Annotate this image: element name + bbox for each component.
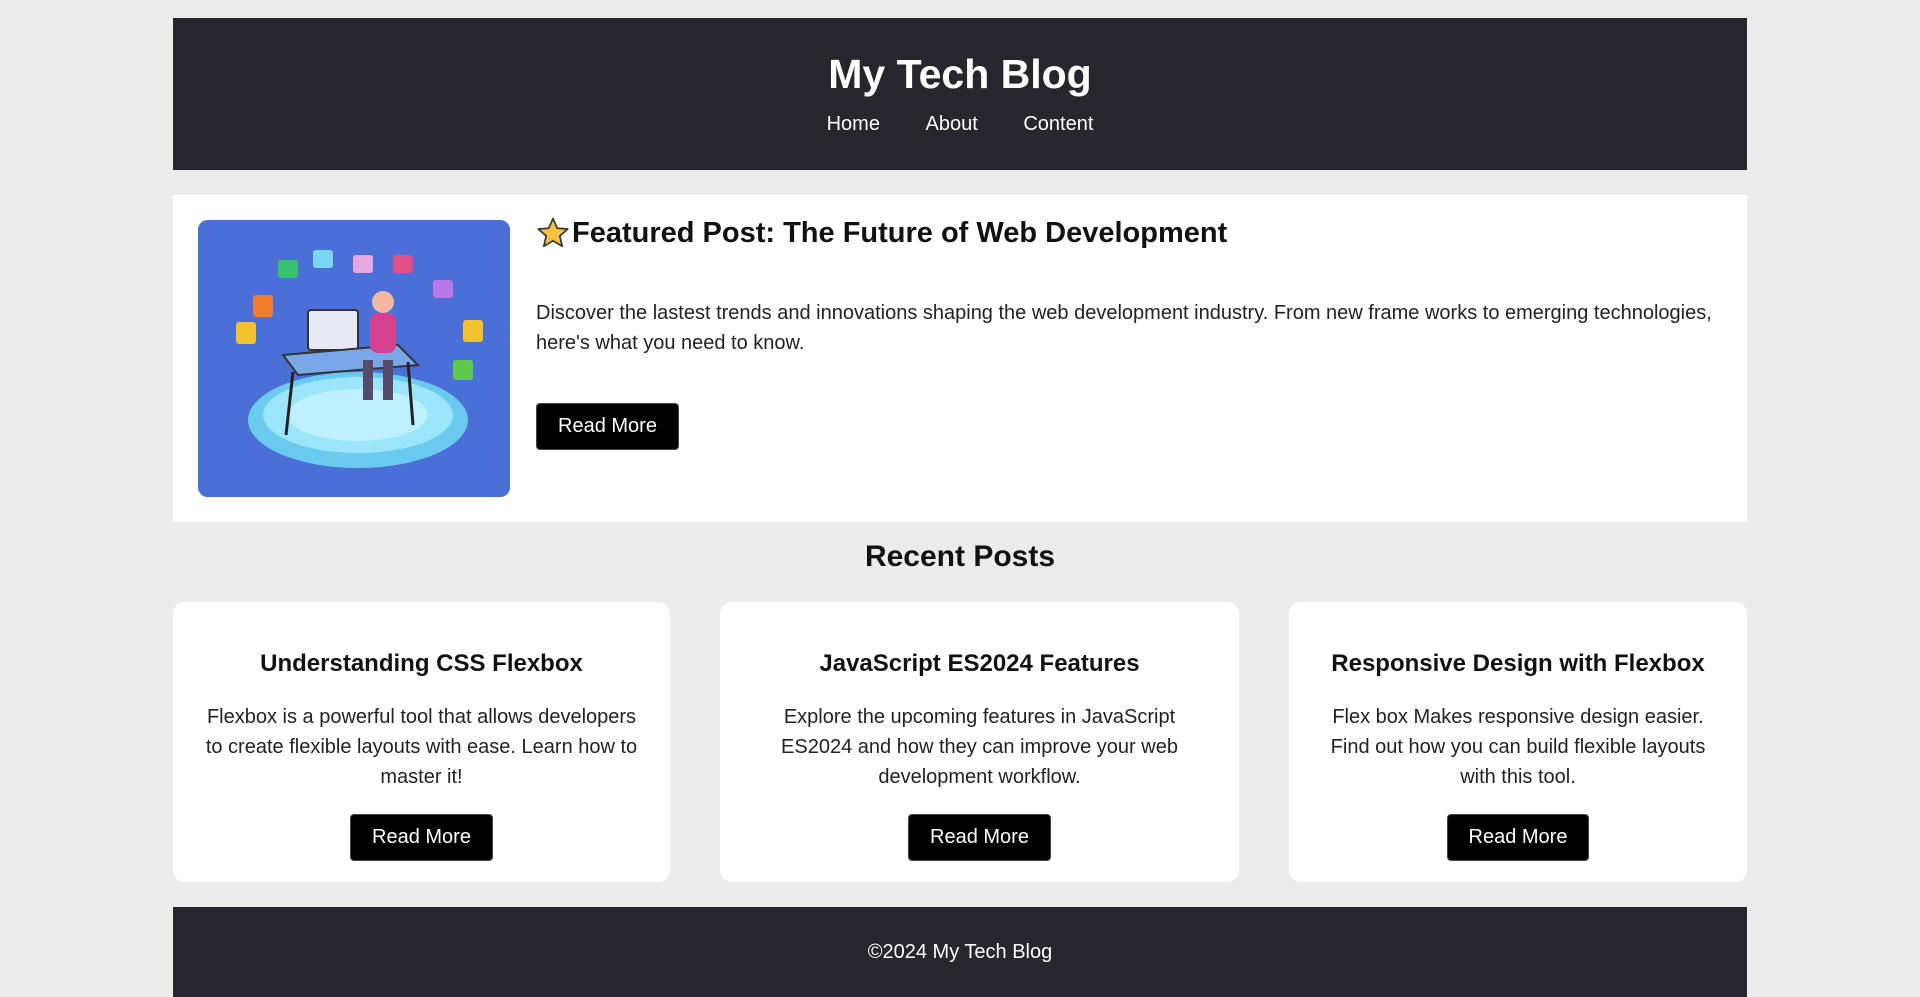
developer-illustration (198, 220, 510, 497)
featured-excerpt: Discover the lastest trends and innovati… (536, 301, 1712, 354)
site-title: My Tech Blog (828, 51, 1092, 97)
featured-body: Featured Post: The Future of Web Develop… (536, 213, 1717, 450)
star-icon (537, 217, 569, 248)
post-card: Responsive Design with Flexbox Flex box … (1289, 602, 1747, 882)
post-excerpt: Flexbox is a powerful tool that allows d… (205, 706, 638, 788)
post-title: Understanding CSS Flexbox (260, 650, 583, 677)
post-card: JavaScript ES2024 Features Explore the u… (720, 602, 1239, 882)
featured-post: Featured Post: The Future of Web Develop… (173, 195, 1747, 522)
featured-title: Featured Post: The Future of Web Develop… (536, 213, 1717, 254)
featured-read-more-button[interactable]: Read More (536, 402, 679, 450)
post-title: Responsive Design with Flexbox (1331, 650, 1705, 677)
nav-about-link[interactable]: About (926, 113, 978, 135)
read-more-button[interactable]: Read More (350, 814, 493, 861)
nav-content-link[interactable]: Content (1023, 113, 1093, 135)
post-title: JavaScript ES2024 Features (819, 650, 1140, 677)
site-footer: ©2024 My Tech Blog (173, 907, 1747, 997)
post-card: Understanding CSS Flexbox Flexbox is a p… (173, 602, 670, 882)
post-excerpt: Explore the upcoming features in JavaScr… (781, 706, 1178, 788)
recent-posts-heading: Recent Posts (864, 540, 1056, 573)
copyright-text: ©2024 My Tech Blog (867, 941, 1053, 963)
post-excerpt: Flex box Makes responsive design easier.… (1330, 706, 1706, 788)
nav-home-link[interactable]: Home (827, 113, 880, 135)
read-more-button[interactable]: Read More (1446, 814, 1590, 861)
read-more-button[interactable]: Read More (908, 814, 1051, 861)
site-header: My Tech Blog Home About Content (173, 18, 1747, 170)
featured-image (198, 220, 510, 497)
featured-title-text: Featured Post: The Future of Web Develop… (572, 217, 1228, 249)
main-nav: Home About Content (173, 113, 1747, 136)
